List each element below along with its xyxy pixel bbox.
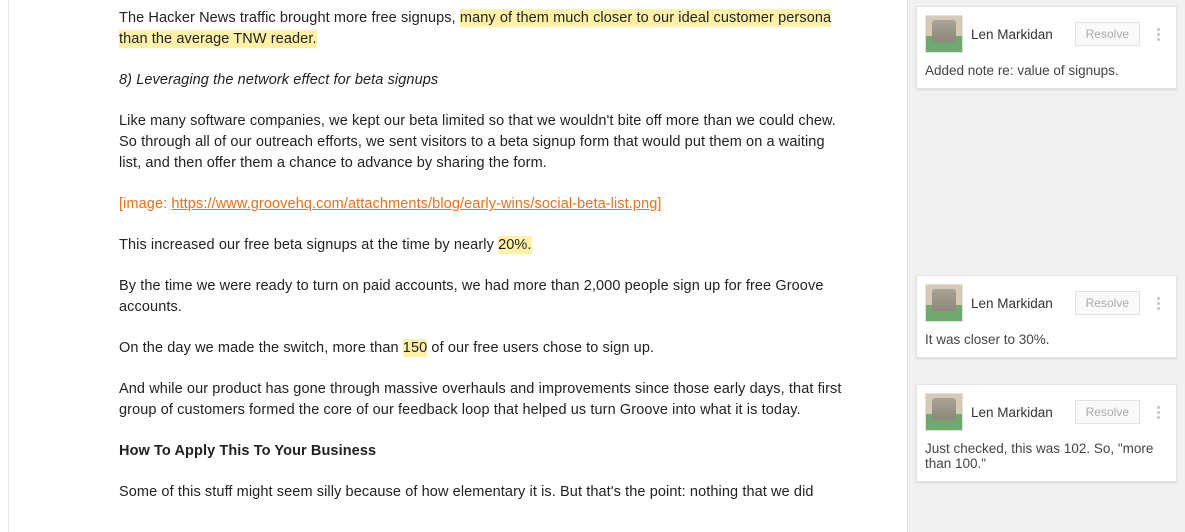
highlighted-text[interactable]: 20%. [498, 236, 531, 254]
highlighted-text[interactable]: 150 [403, 339, 428, 357]
text: ] [657, 196, 661, 212]
text: of our free users chose to sign up. [427, 340, 654, 356]
comment-body: Added note re: value of signups. [925, 63, 1168, 78]
resolve-button[interactable]: Resolve [1075, 400, 1140, 424]
comment-body: Just checked, this was 102. So, "more th… [925, 441, 1168, 471]
text: [image: [119, 196, 171, 212]
comment-author: Len Markidan [971, 296, 1067, 311]
comment-card[interactable]: Len Markidan Resolve Added note re: valu… [916, 6, 1177, 89]
kebab-menu-icon[interactable] [1148, 26, 1168, 43]
avatar [925, 284, 963, 322]
text: On the day we made the switch, more than [119, 340, 403, 356]
spacer [916, 99, 1177, 265]
text: This increased our free beta signups at … [119, 237, 498, 253]
paragraph: And while our product has gone through m… [119, 379, 849, 421]
document-body: The Hacker News traffic brought more fre… [9, 0, 907, 532]
paragraph: On the day we made the switch, more than… [119, 338, 849, 359]
resolve-button[interactable]: Resolve [1075, 22, 1140, 46]
image-link[interactable]: https://www.groovehq.com/attachments/blo… [171, 196, 657, 212]
comment-card[interactable]: Len Markidan Resolve Just checked, this … [916, 384, 1177, 482]
comment-body: It was closer to 30%. [925, 332, 1168, 347]
paragraph: By the time we were ready to turn on pai… [119, 276, 849, 318]
paragraph: Like many software companies, we kept ou… [119, 111, 849, 174]
comment-author: Len Markidan [971, 27, 1067, 42]
image-placeholder-line: [image: https://www.groovehq.com/attachm… [119, 194, 849, 215]
paragraph: This increased our free beta signups at … [119, 235, 849, 256]
text: The Hacker News traffic brought more fre… [119, 10, 460, 26]
resolve-button[interactable]: Resolve [1075, 291, 1140, 315]
comment-card[interactable]: Len Markidan Resolve It was closer to 30… [916, 275, 1177, 358]
section-heading-bold: How To Apply This To Your Business [119, 441, 849, 462]
left-gutter [0, 0, 9, 532]
avatar [925, 393, 963, 431]
avatar [925, 15, 963, 53]
kebab-menu-icon[interactable] [1148, 404, 1168, 421]
paragraph: The Hacker News traffic brought more fre… [119, 8, 849, 50]
kebab-menu-icon[interactable] [1148, 295, 1168, 312]
paragraph: Some of this stuff might seem silly beca… [119, 482, 849, 503]
section-heading-italic: 8) Leveraging the network effect for bet… [119, 70, 849, 91]
comment-author: Len Markidan [971, 405, 1067, 420]
spacer [916, 368, 1177, 374]
comments-sidebar: Len Markidan Resolve Added note re: valu… [907, 0, 1185, 532]
